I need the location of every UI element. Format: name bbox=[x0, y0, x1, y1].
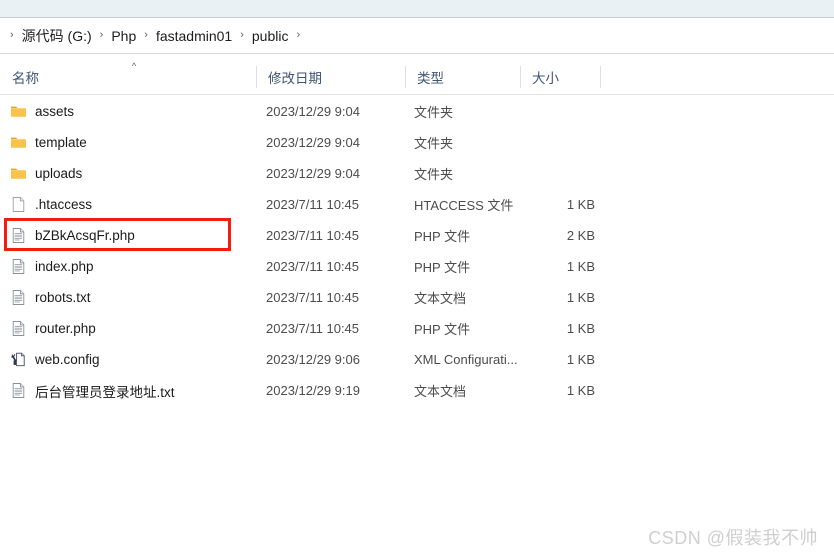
file-size-cell: 1 KB bbox=[540, 189, 595, 220]
breadcrumb-item-0[interactable]: 源代码 (G:) bbox=[20, 24, 94, 48]
file-name-label: router.php bbox=[35, 321, 96, 336]
text-document-icon bbox=[10, 289, 27, 306]
file-type-cell: 文件夹 bbox=[414, 158, 519, 189]
breadcrumb-item-1[interactable]: Php bbox=[109, 26, 138, 46]
breadcrumb-chevron-icon: › bbox=[4, 30, 20, 41]
file-row[interactable]: router.php 2023/7/11 10:45 PHP 文件 1 KB bbox=[0, 313, 834, 344]
column-header-type[interactable]: 类型 bbox=[405, 60, 520, 94]
file-size-cell: 1 KB bbox=[540, 375, 595, 406]
file-date-cell: 2023/12/29 9:04 bbox=[266, 96, 401, 127]
file-type-cell: 文件夹 bbox=[414, 127, 519, 158]
breadcrumb-item-label: public bbox=[252, 28, 289, 44]
file-list[interactable]: assets 2023/12/29 9:04 文件夹 template 2023/12/… bbox=[0, 96, 834, 406]
folder-icon bbox=[10, 134, 27, 151]
breadcrumb-chevron-icon[interactable]: › bbox=[94, 30, 110, 41]
file-row[interactable]: uploads 2023/12/29 9:04 文件夹 bbox=[0, 158, 834, 189]
file-size-cell: 2 KB bbox=[540, 220, 595, 251]
ribbon-strip bbox=[0, 0, 834, 17]
file-name-label: 后台管理员登录地址.txt bbox=[35, 381, 175, 401]
breadcrumb-item-label: Php bbox=[111, 28, 136, 44]
file-size-cell: 1 KB bbox=[540, 251, 595, 282]
file-row[interactable]: .htaccess 2023/7/11 10:45 HTACCESS 文件 1 KB bbox=[0, 189, 834, 220]
breadcrumb: 源代码 (G:)›Php›fastadmin01›public› bbox=[20, 24, 306, 48]
file-type-cell: XML Configurati... bbox=[414, 344, 519, 375]
file-name-label: index.php bbox=[35, 259, 94, 274]
file-date-cell: 2023/7/11 10:45 bbox=[266, 189, 401, 220]
file-name-cell[interactable]: template bbox=[10, 127, 250, 158]
file-date-cell: 2023/12/29 9:06 bbox=[266, 344, 401, 375]
file-name-cell[interactable]: index.php bbox=[10, 251, 250, 282]
breadcrumb-item-2[interactable]: fastadmin01 bbox=[154, 26, 234, 46]
sort-ascending-icon: ^ bbox=[128, 62, 140, 70]
breadcrumb-chevron-icon[interactable]: › bbox=[138, 30, 154, 41]
file-type-cell: PHP 文件 bbox=[414, 313, 519, 344]
file-size-cell bbox=[540, 158, 595, 189]
file-row[interactable]: robots.txt 2023/7/11 10:45 文本文档 1 KB bbox=[0, 282, 834, 313]
file-name-label: .htaccess bbox=[35, 197, 92, 212]
file-date-cell: 2023/7/11 10:45 bbox=[266, 313, 401, 344]
file-type-cell: 文本文档 bbox=[414, 375, 519, 406]
address-bar[interactable]: › 源代码 (G:)›Php›fastadmin01›public› bbox=[0, 18, 834, 53]
file-name-cell[interactable]: robots.txt bbox=[10, 282, 250, 313]
column-header-row: 名称 修改日期 类型 大小 bbox=[0, 60, 834, 94]
column-separator[interactable] bbox=[600, 66, 601, 88]
text-document-icon bbox=[10, 258, 27, 275]
folder-icon bbox=[10, 165, 27, 182]
file-date-cell: 2023/12/29 9:04 bbox=[266, 158, 401, 189]
watermark: CSDN @假装我不帅 bbox=[648, 524, 818, 550]
text-document-icon bbox=[10, 382, 27, 399]
file-name-label: web.config bbox=[35, 352, 100, 367]
file-name-label: assets bbox=[35, 104, 74, 119]
breadcrumb-item-label: fastadmin01 bbox=[156, 28, 232, 44]
file-type-cell: PHP 文件 bbox=[414, 220, 519, 251]
file-date-cell: 2023/7/11 10:45 bbox=[266, 251, 401, 282]
file-name-cell[interactable]: .htaccess bbox=[10, 189, 250, 220]
file-date-cell: 2023/12/29 9:19 bbox=[266, 375, 401, 406]
file-name-cell[interactable]: router.php bbox=[10, 313, 250, 344]
file-size-cell bbox=[540, 127, 595, 158]
text-document-icon bbox=[10, 227, 27, 244]
file-row[interactable]: bZBkAcsqFr.php 2023/7/11 10:45 PHP 文件 2 KB bbox=[0, 220, 834, 251]
file-size-cell: 1 KB bbox=[540, 344, 595, 375]
file-name-cell[interactable]: assets bbox=[10, 96, 250, 127]
folder-icon bbox=[10, 103, 27, 120]
breadcrumb-chevron-icon[interactable]: › bbox=[290, 30, 306, 41]
file-name-label: robots.txt bbox=[35, 290, 91, 305]
column-header-underline bbox=[0, 94, 834, 95]
xml-config-icon bbox=[10, 351, 27, 368]
breadcrumb-item-label: 源代码 (G:) bbox=[22, 26, 92, 46]
file-row[interactable]: 后台管理员登录地址.txt 2023/12/29 9:19 文本文档 1 KB bbox=[0, 375, 834, 406]
file-size-cell bbox=[540, 96, 595, 127]
breadcrumb-item-3[interactable]: public bbox=[250, 26, 291, 46]
file-row[interactable]: index.php 2023/7/11 10:45 PHP 文件 1 KB bbox=[0, 251, 834, 282]
file-type-cell: PHP 文件 bbox=[414, 251, 519, 282]
breadcrumb-chevron-icon[interactable]: › bbox=[234, 30, 250, 41]
file-row[interactable]: web.config 2023/12/29 9:06 XML Configurati… bbox=[0, 344, 834, 375]
file-name-label: template bbox=[35, 135, 87, 150]
column-header-date-modified[interactable]: 修改日期 bbox=[256, 60, 405, 94]
file-date-cell: 2023/7/11 10:45 bbox=[266, 220, 401, 251]
file-date-cell: 2023/12/29 9:04 bbox=[266, 127, 401, 158]
file-name-label: uploads bbox=[35, 166, 82, 181]
file-date-cell: 2023/7/11 10:45 bbox=[266, 282, 401, 313]
file-size-cell: 1 KB bbox=[540, 313, 595, 344]
file-size-cell: 1 KB bbox=[540, 282, 595, 313]
file-name-cell[interactable]: uploads bbox=[10, 158, 250, 189]
column-header-size[interactable]: 大小 bbox=[520, 60, 600, 94]
file-type-cell: 文本文档 bbox=[414, 282, 519, 313]
file-name-cell[interactable]: 后台管理员登录地址.txt bbox=[10, 375, 250, 406]
file-name-cell[interactable]: web.config bbox=[10, 344, 250, 375]
file-row[interactable]: assets 2023/12/29 9:04 文件夹 bbox=[0, 96, 834, 127]
file-name-cell[interactable]: bZBkAcsqFr.php bbox=[10, 220, 250, 251]
file-type-cell: HTACCESS 文件 bbox=[414, 189, 519, 220]
file-type-cell: 文件夹 bbox=[414, 96, 519, 127]
blank-document-icon bbox=[10, 196, 27, 213]
file-row[interactable]: template 2023/12/29 9:04 文件夹 bbox=[0, 127, 834, 158]
text-document-icon bbox=[10, 320, 27, 337]
address-bar-divider bbox=[0, 53, 834, 54]
file-name-label: bZBkAcsqFr.php bbox=[35, 228, 135, 243]
